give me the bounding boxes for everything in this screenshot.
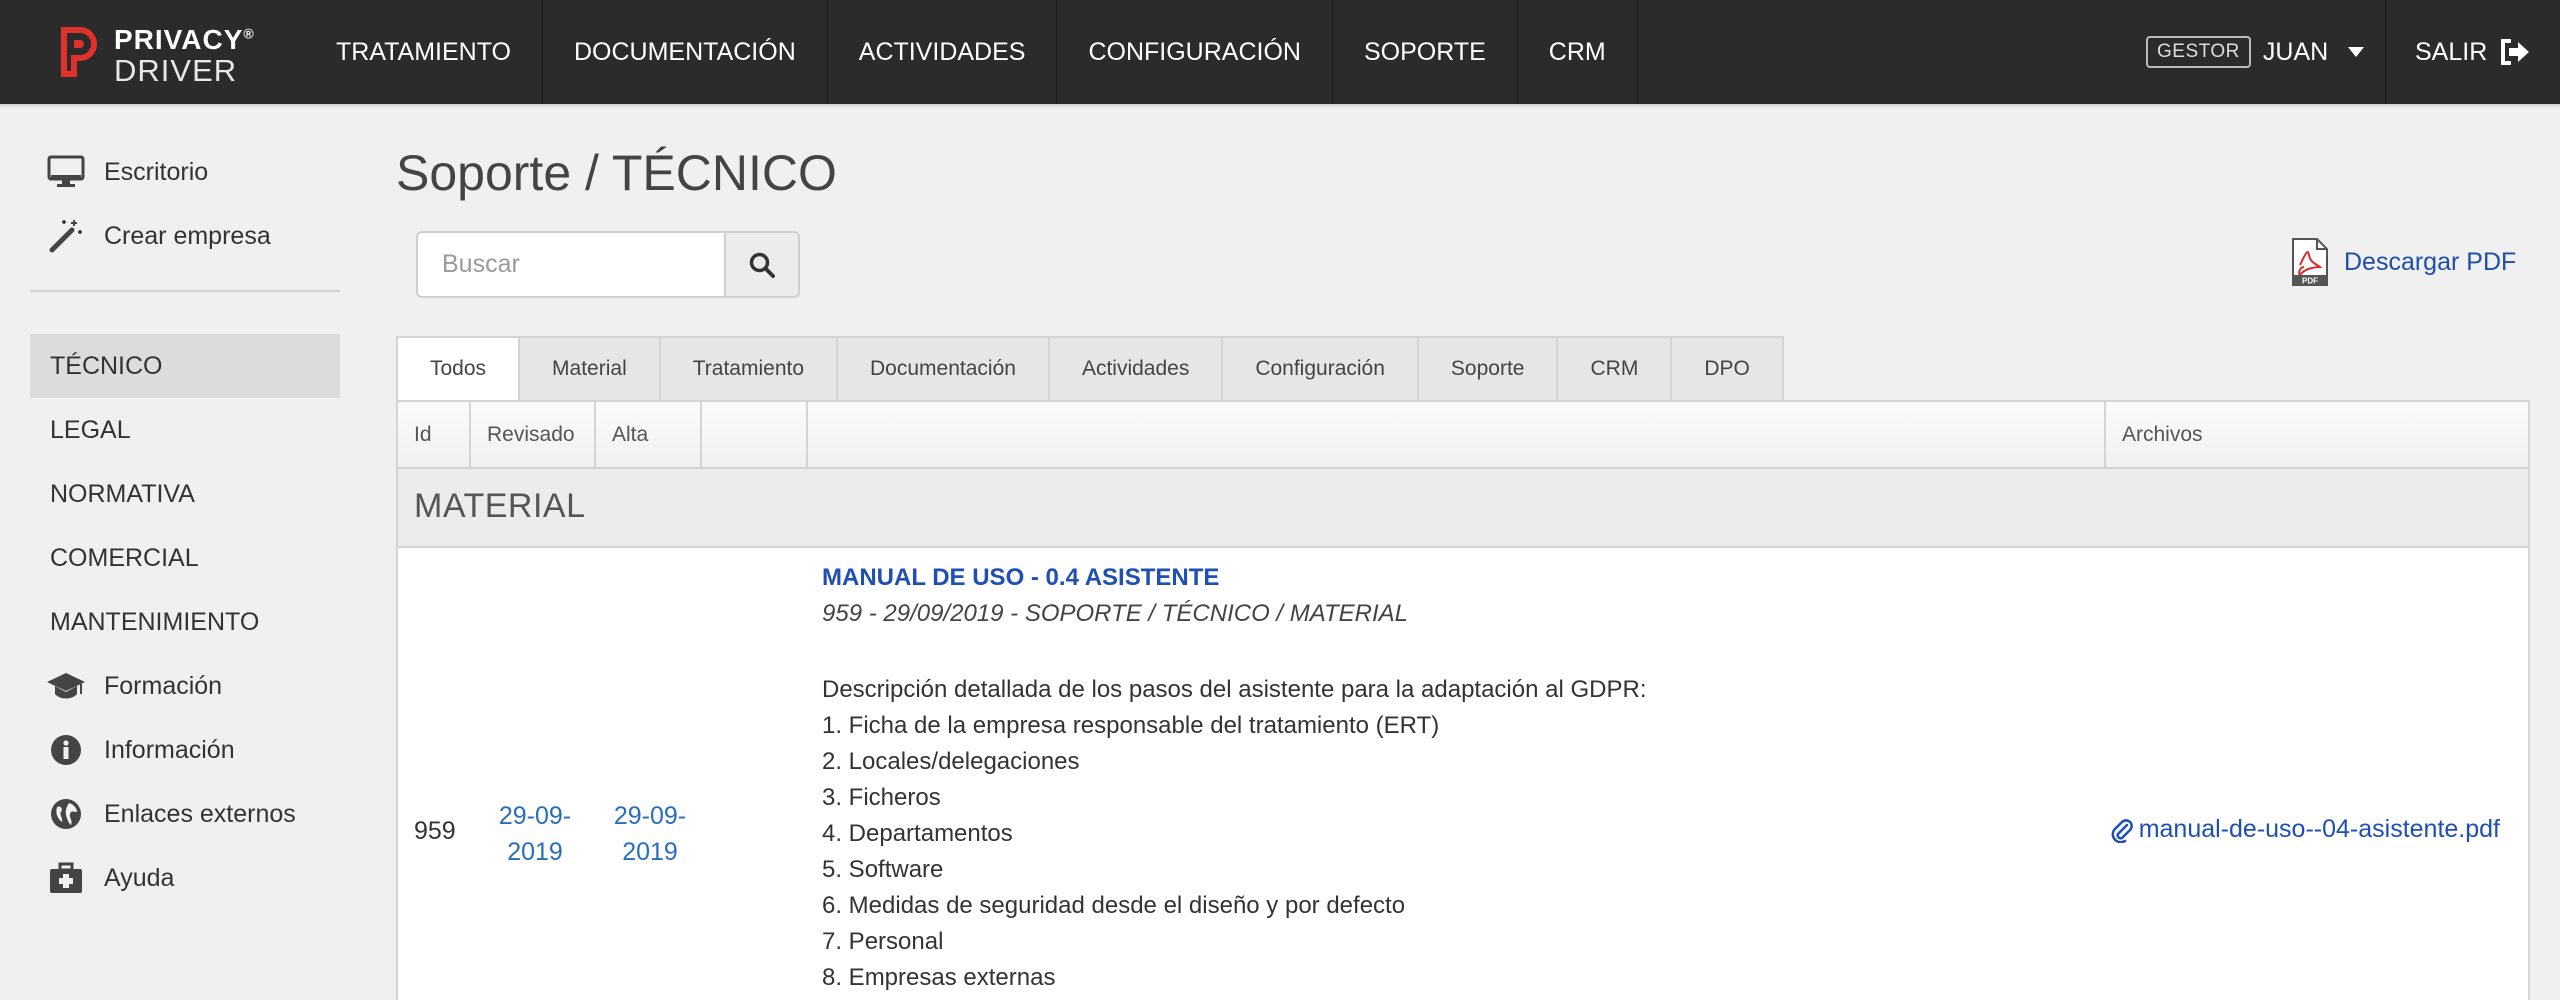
user-name: JUAN: [2262, 37, 2329, 66]
medkit-icon: [46, 858, 86, 898]
magic-wand-icon: [46, 216, 86, 256]
nav-documentacion[interactable]: DOCUMENTACIÓN: [543, 0, 828, 104]
sidebar-item-label: Crear empresa: [104, 221, 271, 250]
description-line: 3. Ficheros: [822, 784, 941, 811]
logout-label: SALIR: [2415, 37, 2488, 66]
nav-crm[interactable]: CRM: [1518, 0, 1638, 104]
date-part: 29-09-: [613, 802, 687, 830]
tab-soporte[interactable]: Soporte: [1418, 336, 1559, 402]
sidebar-item-tecnico[interactable]: TÉCNICO: [30, 334, 340, 398]
download-pdf-link[interactable]: PDF Descargar PDF: [2290, 237, 2516, 287]
logout-button[interactable]: SALIR: [2415, 33, 2531, 71]
documents-table: Id Revisado Alta Archivos MATERIAL 959 2…: [396, 400, 2530, 1000]
top-navbar: PRIVACY® DRIVER TRATAMIENTO DOCUMENTACIÓ…: [0, 0, 2560, 104]
globe-icon: [46, 794, 86, 834]
sign-out-icon: [2501, 39, 2530, 65]
tab-actividades[interactable]: Actividades: [1049, 336, 1224, 402]
svg-text:PDF: PDF: [2302, 277, 2318, 286]
nav-divider: [2385, 0, 2386, 104]
column-header-blank-1: [702, 402, 808, 467]
main-nav: TRATAMIENTO DOCUMENTACIÓN ACTIVIDADES CO…: [305, 0, 1638, 104]
sidebar-item-crear-empresa[interactable]: Crear empresa: [30, 204, 340, 268]
section-header-row: MATERIAL: [398, 469, 2528, 548]
sidebar-item-comercial[interactable]: COMERCIAL: [30, 526, 340, 590]
sidebar: Escritorio Crear empresa TÉCNICO LEGAL N…: [30, 140, 340, 910]
privacy-driver-logo[interactable]: PRIVACY® DRIVER: [58, 24, 278, 86]
nav-soporte[interactable]: SOPORTE: [1333, 0, 1518, 104]
row-alta-date[interactable]: 29-09- 2019: [602, 798, 698, 870]
row-id: 959: [414, 817, 456, 845]
description-line: 8. Empresas externas: [822, 964, 1056, 991]
page-title: Soporte / TÉCNICO: [396, 145, 837, 201]
tab-configuracion[interactable]: Configuración: [1223, 336, 1419, 402]
sidebar-item-label: Formación: [104, 671, 223, 700]
nav-actividades[interactable]: ACTIVIDADES: [828, 0, 1058, 104]
description-line: 2. Locales/delegaciones: [822, 748, 1080, 775]
column-header-blank-2: [808, 402, 2106, 467]
document-description: Descripción detallada de los pasos del a…: [822, 672, 1646, 996]
sidebar-item-label: Información: [104, 735, 235, 764]
sidebar-item-label: Ayuda: [104, 863, 175, 892]
nav-tratamiento[interactable]: TRATAMIENTO: [305, 0, 543, 104]
pdf-file-icon: PDF: [2292, 238, 2328, 286]
sidebar-item-escritorio[interactable]: Escritorio: [30, 140, 340, 204]
nav-configuracion[interactable]: CONFIGURACIÓN: [1057, 0, 1333, 104]
sidebar-divider: [30, 290, 340, 292]
description-line: 7. Personal: [822, 928, 944, 955]
sidebar-item-label: Escritorio: [104, 157, 209, 186]
caret-down-icon: [2348, 47, 2365, 57]
document-title-link[interactable]: MANUAL DE USO - 0.4 ASISTENTE: [822, 564, 1219, 592]
category-tabs: Todos Material Tratamiento Documentación…: [396, 336, 1784, 402]
row-revisado-date[interactable]: 29-09- 2019: [487, 798, 583, 870]
date-part: 2019: [622, 838, 678, 866]
column-header-archivos[interactable]: Archivos: [2106, 402, 2528, 467]
sidebar-item-mantenimiento[interactable]: MANTENIMIENTO: [30, 590, 340, 654]
sidebar-item-formacion[interactable]: Formación: [30, 654, 340, 718]
sidebar-item-normativa[interactable]: NORMATIVA: [30, 462, 340, 526]
search-icon: [749, 252, 775, 278]
sidebar-item-ayuda[interactable]: Ayuda: [30, 846, 340, 910]
logo-line2: DRIVER: [114, 53, 238, 88]
description-line: 1. Ficha de la empresa responsable del t…: [822, 712, 1440, 739]
attachment-link[interactable]: manual-de-uso--04-asistente.pdf: [2111, 815, 2500, 844]
download-pdf-label: Descargar PDF: [2344, 247, 2517, 276]
section-title: MATERIAL: [414, 487, 586, 525]
column-header-id[interactable]: Id: [398, 402, 471, 467]
tab-tratamiento[interactable]: Tratamiento: [660, 336, 839, 402]
tab-documentacion[interactable]: Documentación: [838, 336, 1050, 402]
date-part: 2019: [507, 838, 563, 866]
tab-material[interactable]: Material: [520, 336, 661, 402]
description-line: 6. Medidas de seguridad desde el diseño …: [822, 892, 1406, 919]
tab-dpo[interactable]: DPO: [1672, 336, 1784, 402]
logo-line1: PRIVACY®: [114, 24, 255, 55]
sidebar-item-label: Enlaces externos: [104, 799, 296, 828]
attachment-filename: manual-de-uso--04-asistente.pdf: [2138, 815, 2500, 843]
graduation-cap-icon: [46, 666, 86, 706]
logo-mark-icon: [61, 27, 97, 77]
description-line: 5. Software: [822, 856, 944, 883]
search-input[interactable]: [416, 231, 724, 298]
info-icon: [46, 730, 86, 770]
logo-text: PRIVACY® DRIVER: [114, 24, 255, 88]
sidebar-item-enlaces-externos[interactable]: Enlaces externos: [30, 782, 340, 846]
sidebar-item-legal[interactable]: LEGAL: [30, 398, 340, 462]
desktop-icon: [46, 152, 86, 192]
search-button[interactable]: [724, 231, 800, 298]
paperclip-icon: [2111, 818, 2133, 843]
role-badge: GESTOR: [2146, 36, 2251, 68]
document-meta: 959 - 29/09/2019 - SOPORTE / TÉCNICO / M…: [822, 600, 1408, 627]
description-line: 4. Departamentos: [822, 820, 1013, 847]
table-header: Id Revisado Alta Archivos: [398, 402, 2528, 469]
search-bar: [416, 231, 800, 298]
description-line: Descripción detallada de los pasos del a…: [822, 676, 1647, 703]
sidebar-item-informacion[interactable]: Información: [30, 718, 340, 782]
date-part: 29-09-: [498, 802, 572, 830]
tab-todos[interactable]: Todos: [396, 336, 521, 402]
column-header-alta[interactable]: Alta: [596, 402, 702, 467]
column-header-revisado[interactable]: Revisado: [471, 402, 596, 467]
topbar-shadow: [0, 104, 2560, 108]
tab-crm[interactable]: CRM: [1558, 336, 1673, 402]
user-menu[interactable]: GESTOR JUAN: [2146, 33, 2365, 71]
